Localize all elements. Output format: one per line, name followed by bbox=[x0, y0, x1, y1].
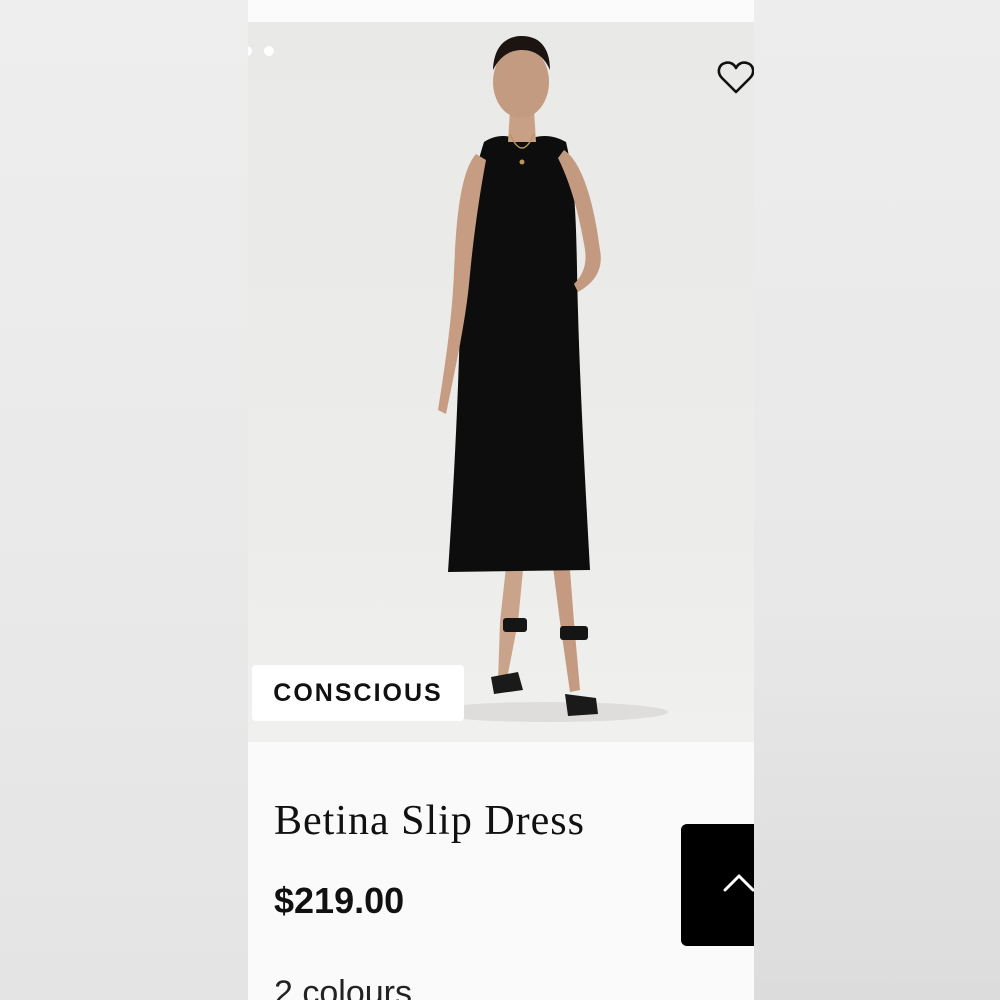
product-title[interactable]: Betina Slip Dress bbox=[274, 797, 585, 845]
product-card: CONSCIOUS Betina Slip Dress $219.00 2 co… bbox=[248, 0, 754, 1000]
model-illustration bbox=[428, 36, 668, 722]
heart-outline-icon bbox=[717, 61, 754, 94]
wishlist-button[interactable] bbox=[716, 58, 754, 102]
carousel-dots bbox=[248, 46, 274, 56]
conscious-badge: CONSCIOUS bbox=[252, 665, 464, 721]
pendant bbox=[519, 159, 525, 165]
left-shoe bbox=[491, 672, 523, 694]
left-ankle-strap bbox=[503, 618, 527, 632]
carousel-dot[interactable] bbox=[248, 46, 252, 56]
colour-count[interactable]: 2 colours bbox=[274, 974, 412, 1000]
chevron-up-icon bbox=[723, 874, 754, 892]
carousel-dot[interactable] bbox=[264, 46, 274, 56]
scroll-to-top-button[interactable] bbox=[681, 824, 754, 946]
screen: CONSCIOUS Betina Slip Dress $219.00 2 co… bbox=[0, 0, 1000, 1000]
right-shoe bbox=[565, 694, 598, 716]
top-strip bbox=[248, 0, 754, 22]
right-backdrop bbox=[754, 0, 1000, 1000]
product-image[interactable]: CONSCIOUS bbox=[248, 22, 754, 742]
floor-shadow bbox=[428, 702, 668, 722]
right-ankle-strap bbox=[560, 626, 588, 640]
product-price: $219.00 bbox=[274, 880, 405, 921]
left-backdrop bbox=[0, 0, 248, 1000]
product-info: Betina Slip Dress $219.00 2 colours bbox=[248, 742, 754, 1000]
